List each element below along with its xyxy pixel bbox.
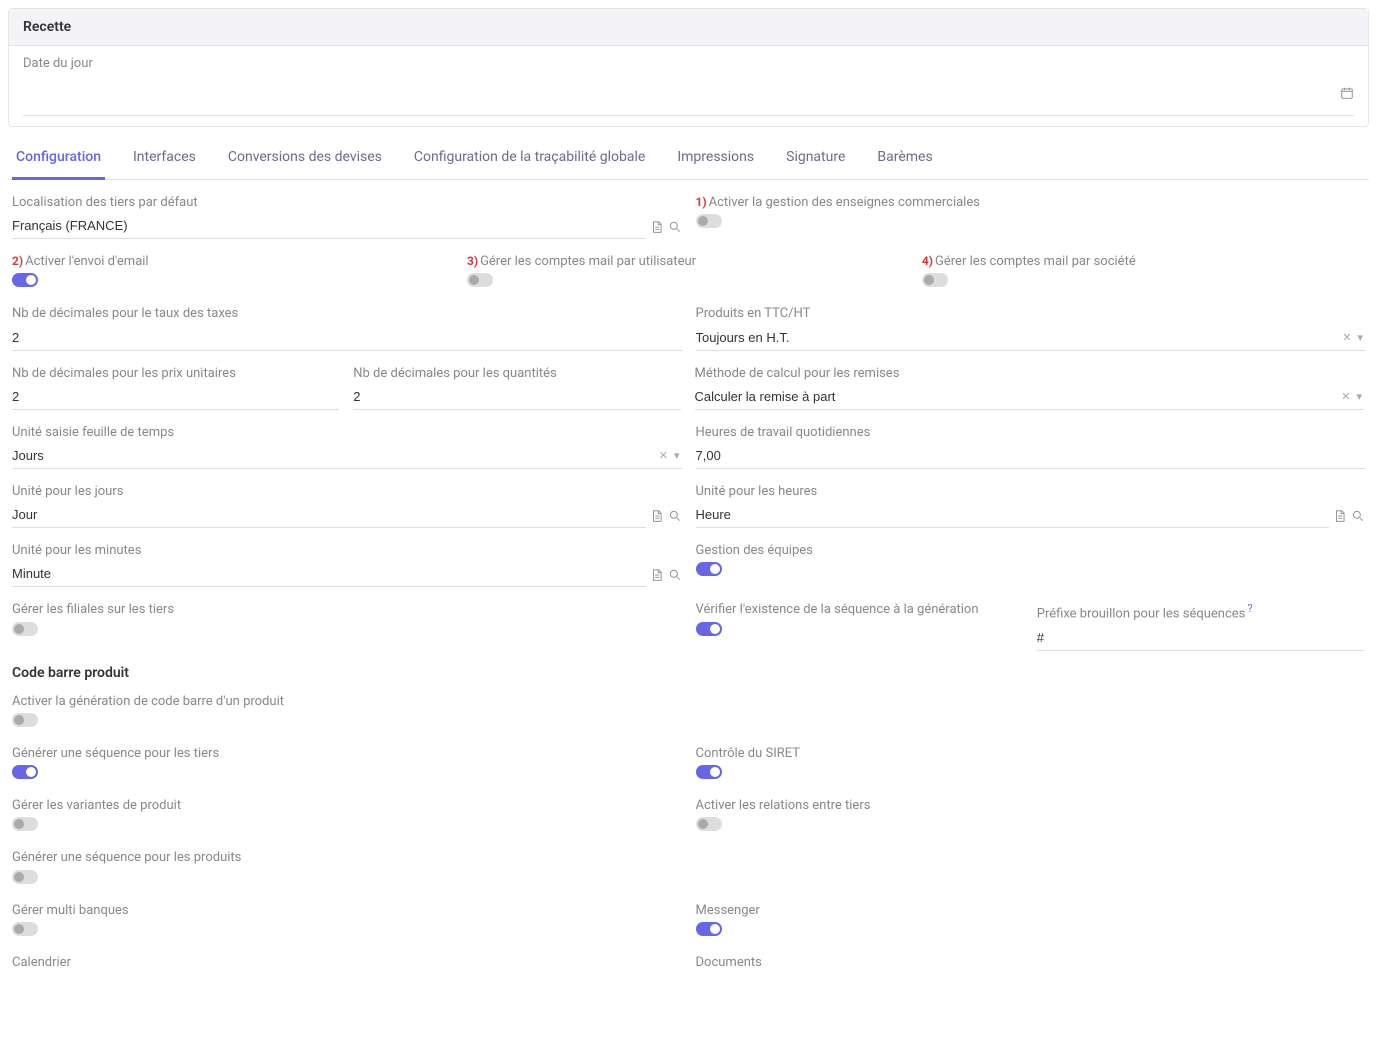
messenger-label: Messenger	[696, 902, 1366, 920]
mail-company-toggle[interactable]	[922, 273, 948, 287]
seq-check-label: Vérifier l'existence de la séquence à la…	[696, 601, 1023, 619]
mail-company-label: 4)Gérer les comptes mail par société	[922, 253, 1363, 271]
draft-prefix-label: Préfixe brouillon pour les séquences?	[1037, 601, 1364, 624]
qty-dec-label: Nb de décimales pour les quantités	[353, 365, 680, 383]
tab-interfaces[interactable]: Interfaces	[129, 139, 200, 180]
subsidiaries-label: Gérer les filiales sur les tiers	[12, 601, 682, 619]
tab-tracability[interactable]: Configuration de la traçabilité globale	[410, 139, 649, 180]
unit-dec-input[interactable]	[12, 385, 339, 410]
discount-label: Méthode de calcul pour les remises	[695, 365, 1365, 383]
hour-unit-input[interactable]	[696, 503, 1330, 528]
barcode-section-title: Code barre produit	[12, 665, 1365, 681]
chevron-down-icon[interactable]: ▾	[674, 449, 680, 462]
timesheet-unit-label: Unité saisie feuille de temps	[12, 424, 682, 442]
draft-prefix-input[interactable]	[1037, 626, 1364, 651]
tab-baremes[interactable]: Barèmes	[873, 139, 936, 180]
barcode-gen-toggle[interactable]	[12, 713, 38, 727]
clear-icon[interactable]: ✕	[1341, 390, 1350, 403]
multibank-toggle[interactable]	[12, 922, 38, 936]
barcode-gen-label: Activer la génération de code barre d'un…	[12, 693, 1365, 711]
day-unit-input[interactable]	[12, 503, 646, 528]
tab-configuration[interactable]: Configuration	[12, 139, 105, 180]
daily-hours-input[interactable]	[696, 444, 1366, 469]
marker-4: 4)	[922, 254, 933, 268]
seq-product-toggle[interactable]	[12, 870, 38, 884]
minute-unit-input[interactable]	[12, 562, 646, 587]
siret-label: Contrôle du SIRET	[696, 745, 1366, 763]
recette-card: Recette Date du jour	[8, 8, 1369, 127]
subsidiaries-toggle[interactable]	[12, 622, 38, 636]
siret-toggle[interactable]	[696, 765, 722, 779]
mail-user-label: 3)Gérer les comptes mail par utilisateur	[467, 253, 908, 271]
chevron-down-icon[interactable]: ▾	[1356, 390, 1362, 403]
qty-dec-input[interactable]	[353, 385, 680, 410]
email-toggle[interactable]	[12, 273, 38, 287]
tab-impressions[interactable]: Impressions	[673, 139, 758, 180]
tab-conversions[interactable]: Conversions des devises	[224, 139, 386, 180]
teams-label: Gestion des équipes	[696, 542, 1366, 560]
discount-select[interactable]	[695, 385, 1342, 409]
config-form: Localisation des tiers par défaut 1)Acti…	[8, 180, 1369, 988]
document-icon[interactable]	[650, 508, 664, 524]
minute-unit-label: Unité pour les minutes	[12, 542, 682, 560]
chevron-down-icon[interactable]: ▾	[1357, 331, 1363, 344]
search-icon[interactable]	[668, 219, 682, 235]
seq-product-label: Générer une séquence pour les produits	[12, 849, 1365, 867]
date-label: Date du jour	[23, 56, 1354, 71]
mail-user-toggle[interactable]	[467, 273, 493, 287]
localisation-label: Localisation des tiers par défaut	[12, 194, 682, 212]
variants-toggle[interactable]	[12, 817, 38, 831]
ttc-label: Produits en TTC/HT	[696, 305, 1366, 323]
tax-dec-input[interactable]	[12, 326, 682, 351]
enseignes-label: 1)Activer la gestion des enseignes comme…	[696, 194, 1366, 212]
clear-icon[interactable]: ✕	[659, 449, 668, 462]
document-icon[interactable]	[650, 567, 664, 583]
seq-partner-label: Générer une séquence pour les tiers	[12, 745, 682, 763]
documents-label: Documents	[696, 954, 1366, 972]
document-icon[interactable]	[1333, 508, 1347, 524]
marker-3: 3)	[467, 254, 478, 268]
hour-unit-label: Unité pour les heures	[696, 483, 1366, 501]
unit-dec-label: Nb de décimales pour les prix unitaires	[12, 365, 339, 383]
search-icon[interactable]	[668, 508, 682, 524]
help-icon[interactable]: ?	[1247, 602, 1252, 615]
card-title: Recette	[9, 9, 1368, 46]
messenger-toggle[interactable]	[696, 922, 722, 936]
email-label: 2)Activer l'envoi d'email	[12, 253, 453, 271]
search-icon[interactable]	[668, 567, 682, 583]
date-input[interactable]	[23, 81, 1340, 105]
localisation-input[interactable]	[12, 214, 646, 239]
day-unit-label: Unité pour les jours	[12, 483, 682, 501]
tab-bar: Configuration Interfaces Conversions des…	[8, 139, 1369, 180]
calendar-icon[interactable]	[1340, 85, 1354, 101]
calendar-label: Calendrier	[12, 954, 682, 972]
document-icon[interactable]	[650, 219, 664, 235]
tax-dec-label: Nb de décimales pour le taux des taxes	[12, 305, 682, 323]
search-icon[interactable]	[1351, 508, 1365, 524]
seq-partner-toggle[interactable]	[12, 765, 38, 779]
clear-icon[interactable]: ✕	[1342, 331, 1351, 344]
teams-toggle[interactable]	[696, 562, 722, 576]
marker-2: 2)	[12, 254, 23, 268]
timesheet-unit-select[interactable]	[12, 444, 659, 468]
variants-label: Gérer les variantes de produit	[12, 797, 682, 815]
relations-label: Activer les relations entre tiers	[696, 797, 1366, 815]
seq-check-toggle[interactable]	[696, 622, 722, 636]
multibank-label: Gérer multi banques	[12, 902, 682, 920]
marker-1: 1)	[696, 195, 707, 209]
relations-toggle[interactable]	[696, 817, 722, 831]
ttc-select[interactable]	[696, 326, 1343, 350]
daily-hours-label: Heures de travail quotidiennes	[696, 424, 1366, 442]
tab-signature[interactable]: Signature	[782, 139, 849, 180]
enseignes-toggle[interactable]	[696, 214, 722, 228]
